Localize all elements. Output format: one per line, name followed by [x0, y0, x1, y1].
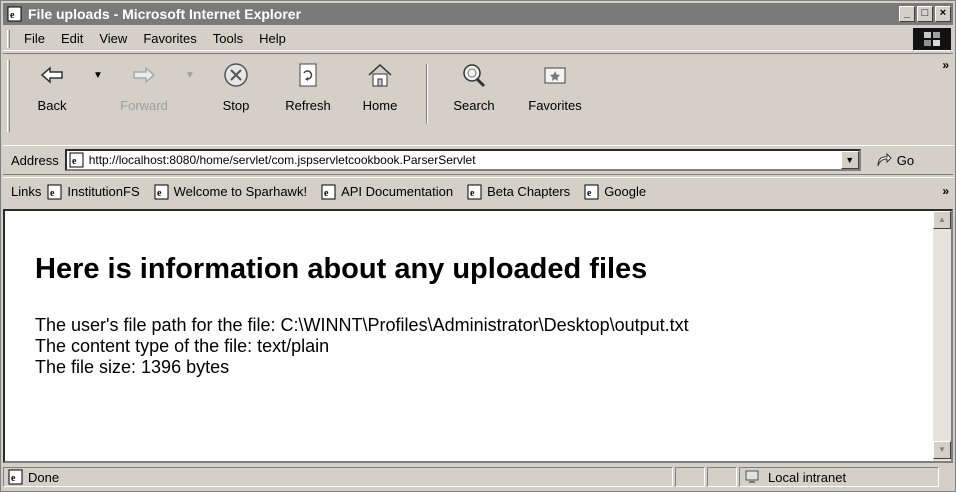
minimize-button[interactable]: _ [899, 6, 915, 22]
status-main: e Done [3, 467, 673, 487]
go-button[interactable]: Go [875, 152, 914, 168]
ie-page-icon: e [467, 184, 482, 199]
page-heading: Here is information about any uploaded f… [35, 253, 648, 285]
svg-text:e: e [157, 188, 162, 199]
windows-logo-icon [913, 28, 951, 50]
svg-text:e: e [50, 188, 55, 199]
svg-text:e: e [587, 188, 592, 199]
menu-edit[interactable]: Edit [53, 31, 91, 46]
link-label: Welcome to Sparhawk! [173, 184, 308, 199]
vertical-scrollbar[interactable]: ▲ ▼ [933, 211, 951, 461]
file-size-line: The file size: 1396 bytes [35, 357, 230, 377]
status-text: Done [28, 469, 60, 485]
forward-dropdown-icon[interactable]: ▼ [180, 60, 200, 81]
toolbar-grip[interactable] [7, 60, 10, 132]
status-zone: Local intranet [739, 467, 939, 487]
go-arrow-icon [877, 152, 892, 167]
link-label: Google [604, 184, 647, 199]
svg-text:e: e [11, 473, 16, 484]
back-label: Back [37, 98, 67, 113]
link-label: API Documentation [341, 184, 454, 199]
address-label: Address [11, 152, 59, 168]
link-beta-chapters[interactable]: e Beta Chapters [467, 184, 570, 200]
home-button[interactable]: Home [344, 60, 416, 113]
stop-label: Stop [222, 98, 250, 113]
forward-button[interactable]: Forward [108, 60, 180, 113]
refresh-icon [293, 60, 323, 90]
status-panel [707, 467, 737, 487]
standard-toolbar: Back ▼ Forward ▼ Stop Refresh Home Searc… [3, 53, 953, 145]
link-institutionfs[interactable]: e InstitutionFS [47, 184, 140, 200]
ie-page-icon: e [584, 184, 599, 199]
close-button[interactable]: × [935, 6, 951, 22]
scroll-track[interactable] [933, 229, 951, 441]
links-more-chevron[interactable]: » [942, 184, 949, 198]
favorites-icon [540, 60, 570, 90]
upload-info: The user's file path for the file: C:\WI… [35, 315, 689, 378]
ie-page-icon: e [69, 152, 84, 168]
back-button[interactable]: Back [16, 60, 88, 113]
page-content: Here is information about any uploaded f… [3, 209, 953, 463]
file-path-line: The user's file path for the file: C:\WI… [35, 315, 689, 335]
ie-page-icon: e [47, 184, 62, 199]
menu-help[interactable]: Help [251, 31, 294, 46]
stop-icon [221, 60, 251, 90]
links-label: Links [11, 184, 42, 199]
forward-arrow-icon [129, 60, 159, 90]
svg-text:e: e [72, 156, 77, 167]
menu-grip[interactable] [7, 29, 10, 48]
status-panel [675, 467, 705, 487]
go-label: Go [896, 152, 915, 168]
back-arrow-icon [37, 60, 67, 90]
forward-label: Forward [120, 98, 168, 113]
window-title: File uploads - Microsoft Internet Explor… [28, 6, 302, 22]
link-label: InstitutionFS [67, 184, 140, 199]
content-type-line: The content type of the file: text/plain [35, 336, 330, 356]
ie-page-icon: e [7, 6, 22, 22]
zone-label: Local intranet [768, 469, 847, 485]
home-icon [365, 60, 395, 90]
address-dropdown-icon[interactable]: ▼ [840, 151, 859, 169]
back-dropdown-icon[interactable]: ▼ [88, 60, 108, 81]
link-welcome-to-sparhawk[interactable]: e Welcome to Sparhawk! [154, 184, 307, 200]
address-input[interactable]: e http://localhost:8080/home/servlet/com… [64, 149, 861, 171]
link-api-documentation[interactable]: e API Documentation [321, 184, 453, 200]
link-google[interactable]: e Google [584, 184, 646, 200]
refresh-button[interactable]: Refresh [272, 60, 344, 113]
title-bar[interactable]: e File uploads - Microsoft Internet Expl… [3, 3, 953, 25]
menu-favorites[interactable]: Favorites [135, 31, 204, 46]
scroll-down-icon[interactable]: ▼ [933, 441, 951, 459]
favorites-label: Favorites [528, 98, 582, 113]
search-icon [459, 60, 489, 90]
browser-window: e File uploads - Microsoft Internet Expl… [0, 0, 956, 492]
svg-text:e: e [324, 188, 329, 199]
svg-text:e: e [470, 188, 475, 199]
address-bar: Address e http://localhost:8080/home/ser… [3, 145, 953, 175]
address-url[interactable]: http://localhost:8080/home/servlet/com.j… [89, 153, 476, 167]
menu-view[interactable]: View [91, 31, 135, 46]
local-intranet-icon [745, 470, 759, 483]
refresh-label: Refresh [285, 98, 331, 113]
link-label: Beta Chapters [487, 184, 571, 199]
links-bar: Links e InstitutionFS e Welcome to Sparh… [3, 177, 953, 205]
menu-tools[interactable]: Tools [205, 31, 251, 46]
toolbar-separator [426, 64, 428, 124]
ie-page-icon: e [154, 184, 169, 199]
stop-button[interactable]: Stop [200, 60, 272, 113]
menu-bar: File Edit View Favorites Tools Help [3, 27, 953, 51]
ie-page-icon: e [8, 469, 23, 485]
search-label: Search [453, 98, 495, 113]
ie-page-icon: e [321, 184, 336, 199]
status-bar: e Done Local intranet [3, 465, 953, 489]
menu-file[interactable]: File [16, 31, 53, 46]
search-button[interactable]: Search [438, 60, 510, 113]
toolbar-more-chevron[interactable]: » [942, 58, 949, 72]
scroll-up-icon[interactable]: ▲ [933, 211, 951, 229]
home-label: Home [362, 98, 398, 113]
favorites-button[interactable]: Favorites [510, 60, 600, 113]
svg-text:e: e [10, 10, 15, 21]
maximize-button[interactable]: □ [917, 6, 933, 22]
